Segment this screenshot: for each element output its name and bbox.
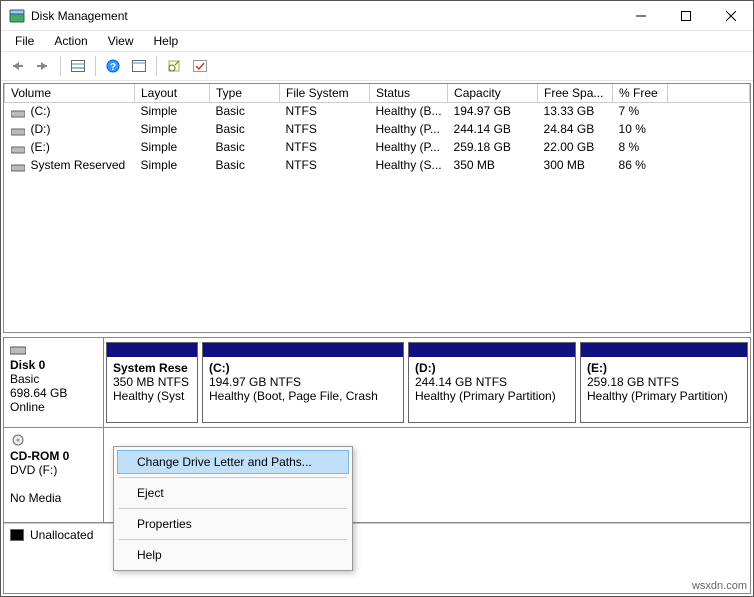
col-status[interactable]: Status: [370, 84, 448, 102]
forward-button[interactable]: [31, 54, 55, 78]
col-pctfree[interactable]: % Free: [613, 84, 668, 102]
disk-row-0: Disk 0 Basic 698.64 GB Online System Res…: [4, 338, 750, 428]
disk0-info[interactable]: Disk 0 Basic 698.64 GB Online: [4, 338, 104, 427]
menu-file[interactable]: File: [7, 32, 42, 50]
ctx-properties[interactable]: Properties: [117, 512, 349, 536]
view-details-button[interactable]: [127, 54, 151, 78]
cdrom-info[interactable]: CD-ROM 0 DVD (F:) No Media: [4, 428, 104, 522]
col-type[interactable]: Type: [210, 84, 280, 102]
partition-system-reserved[interactable]: System Rese 350 MB NTFS Healthy (Syst: [106, 342, 198, 423]
col-volume[interactable]: Volume: [5, 84, 135, 102]
drive-icon: [11, 161, 25, 171]
cdrom-icon: [10, 434, 26, 444]
drive-icon: [11, 143, 25, 153]
watermark: wsxdn.com: [692, 580, 747, 592]
ctx-help[interactable]: Help: [117, 543, 349, 567]
minimize-button[interactable]: [618, 1, 663, 31]
volume-list-pane: Volume Layout Type File System Status Ca…: [3, 83, 751, 333]
volume-row[interactable]: System Reserved Simple Basic NTFS Health…: [5, 156, 750, 174]
disk-icon: [10, 344, 26, 354]
action-properties-button[interactable]: [162, 54, 186, 78]
menu-bar: File Action View Help: [1, 31, 753, 51]
volume-row[interactable]: (C:) Simple Basic NTFS Healthy (B... 194…: [5, 102, 750, 120]
close-button[interactable]: [708, 1, 753, 31]
action-check-button[interactable]: [188, 54, 212, 78]
ctx-eject[interactable]: Eject: [117, 481, 349, 505]
col-capacity[interactable]: Capacity: [448, 84, 538, 102]
legend-unallocated-color: [10, 529, 24, 541]
app-icon: [9, 8, 25, 24]
drive-icon: [11, 107, 25, 117]
volume-row[interactable]: (E:) Simple Basic NTFS Healthy (P... 259…: [5, 138, 750, 156]
partition-e[interactable]: (E:) 259.18 GB NTFS Healthy (Primary Par…: [580, 342, 748, 423]
col-filesystem[interactable]: File System: [280, 84, 370, 102]
context-menu: Change Drive Letter and Paths... Eject P…: [113, 446, 353, 571]
toolbar: ?: [1, 51, 753, 81]
window-title: Disk Management: [31, 9, 618, 23]
svg-text:?: ?: [110, 62, 116, 73]
volume-header-row: Volume Layout Type File System Status Ca…: [5, 84, 750, 102]
view-split-button[interactable]: [66, 54, 90, 78]
legend-unallocated-label: Unallocated: [30, 528, 93, 542]
help-button[interactable]: ?: [101, 54, 125, 78]
ctx-change-drive-letter[interactable]: Change Drive Letter and Paths...: [117, 450, 349, 474]
menu-help[interactable]: Help: [146, 32, 187, 50]
maximize-button[interactable]: [663, 1, 708, 31]
col-layout[interactable]: Layout: [135, 84, 210, 102]
volume-row[interactable]: (D:) Simple Basic NTFS Healthy (P... 244…: [5, 120, 750, 138]
back-button[interactable]: [5, 54, 29, 78]
col-freespace[interactable]: Free Spa...: [538, 84, 613, 102]
partition-c[interactable]: (C:) 194.97 GB NTFS Healthy (Boot, Page …: [202, 342, 404, 423]
title-bar: Disk Management: [1, 1, 753, 31]
menu-view[interactable]: View: [100, 32, 142, 50]
drive-icon: [11, 125, 25, 135]
partition-d[interactable]: (D:) 244.14 GB NTFS Healthy (Primary Par…: [408, 342, 576, 423]
menu-action[interactable]: Action: [46, 32, 95, 50]
